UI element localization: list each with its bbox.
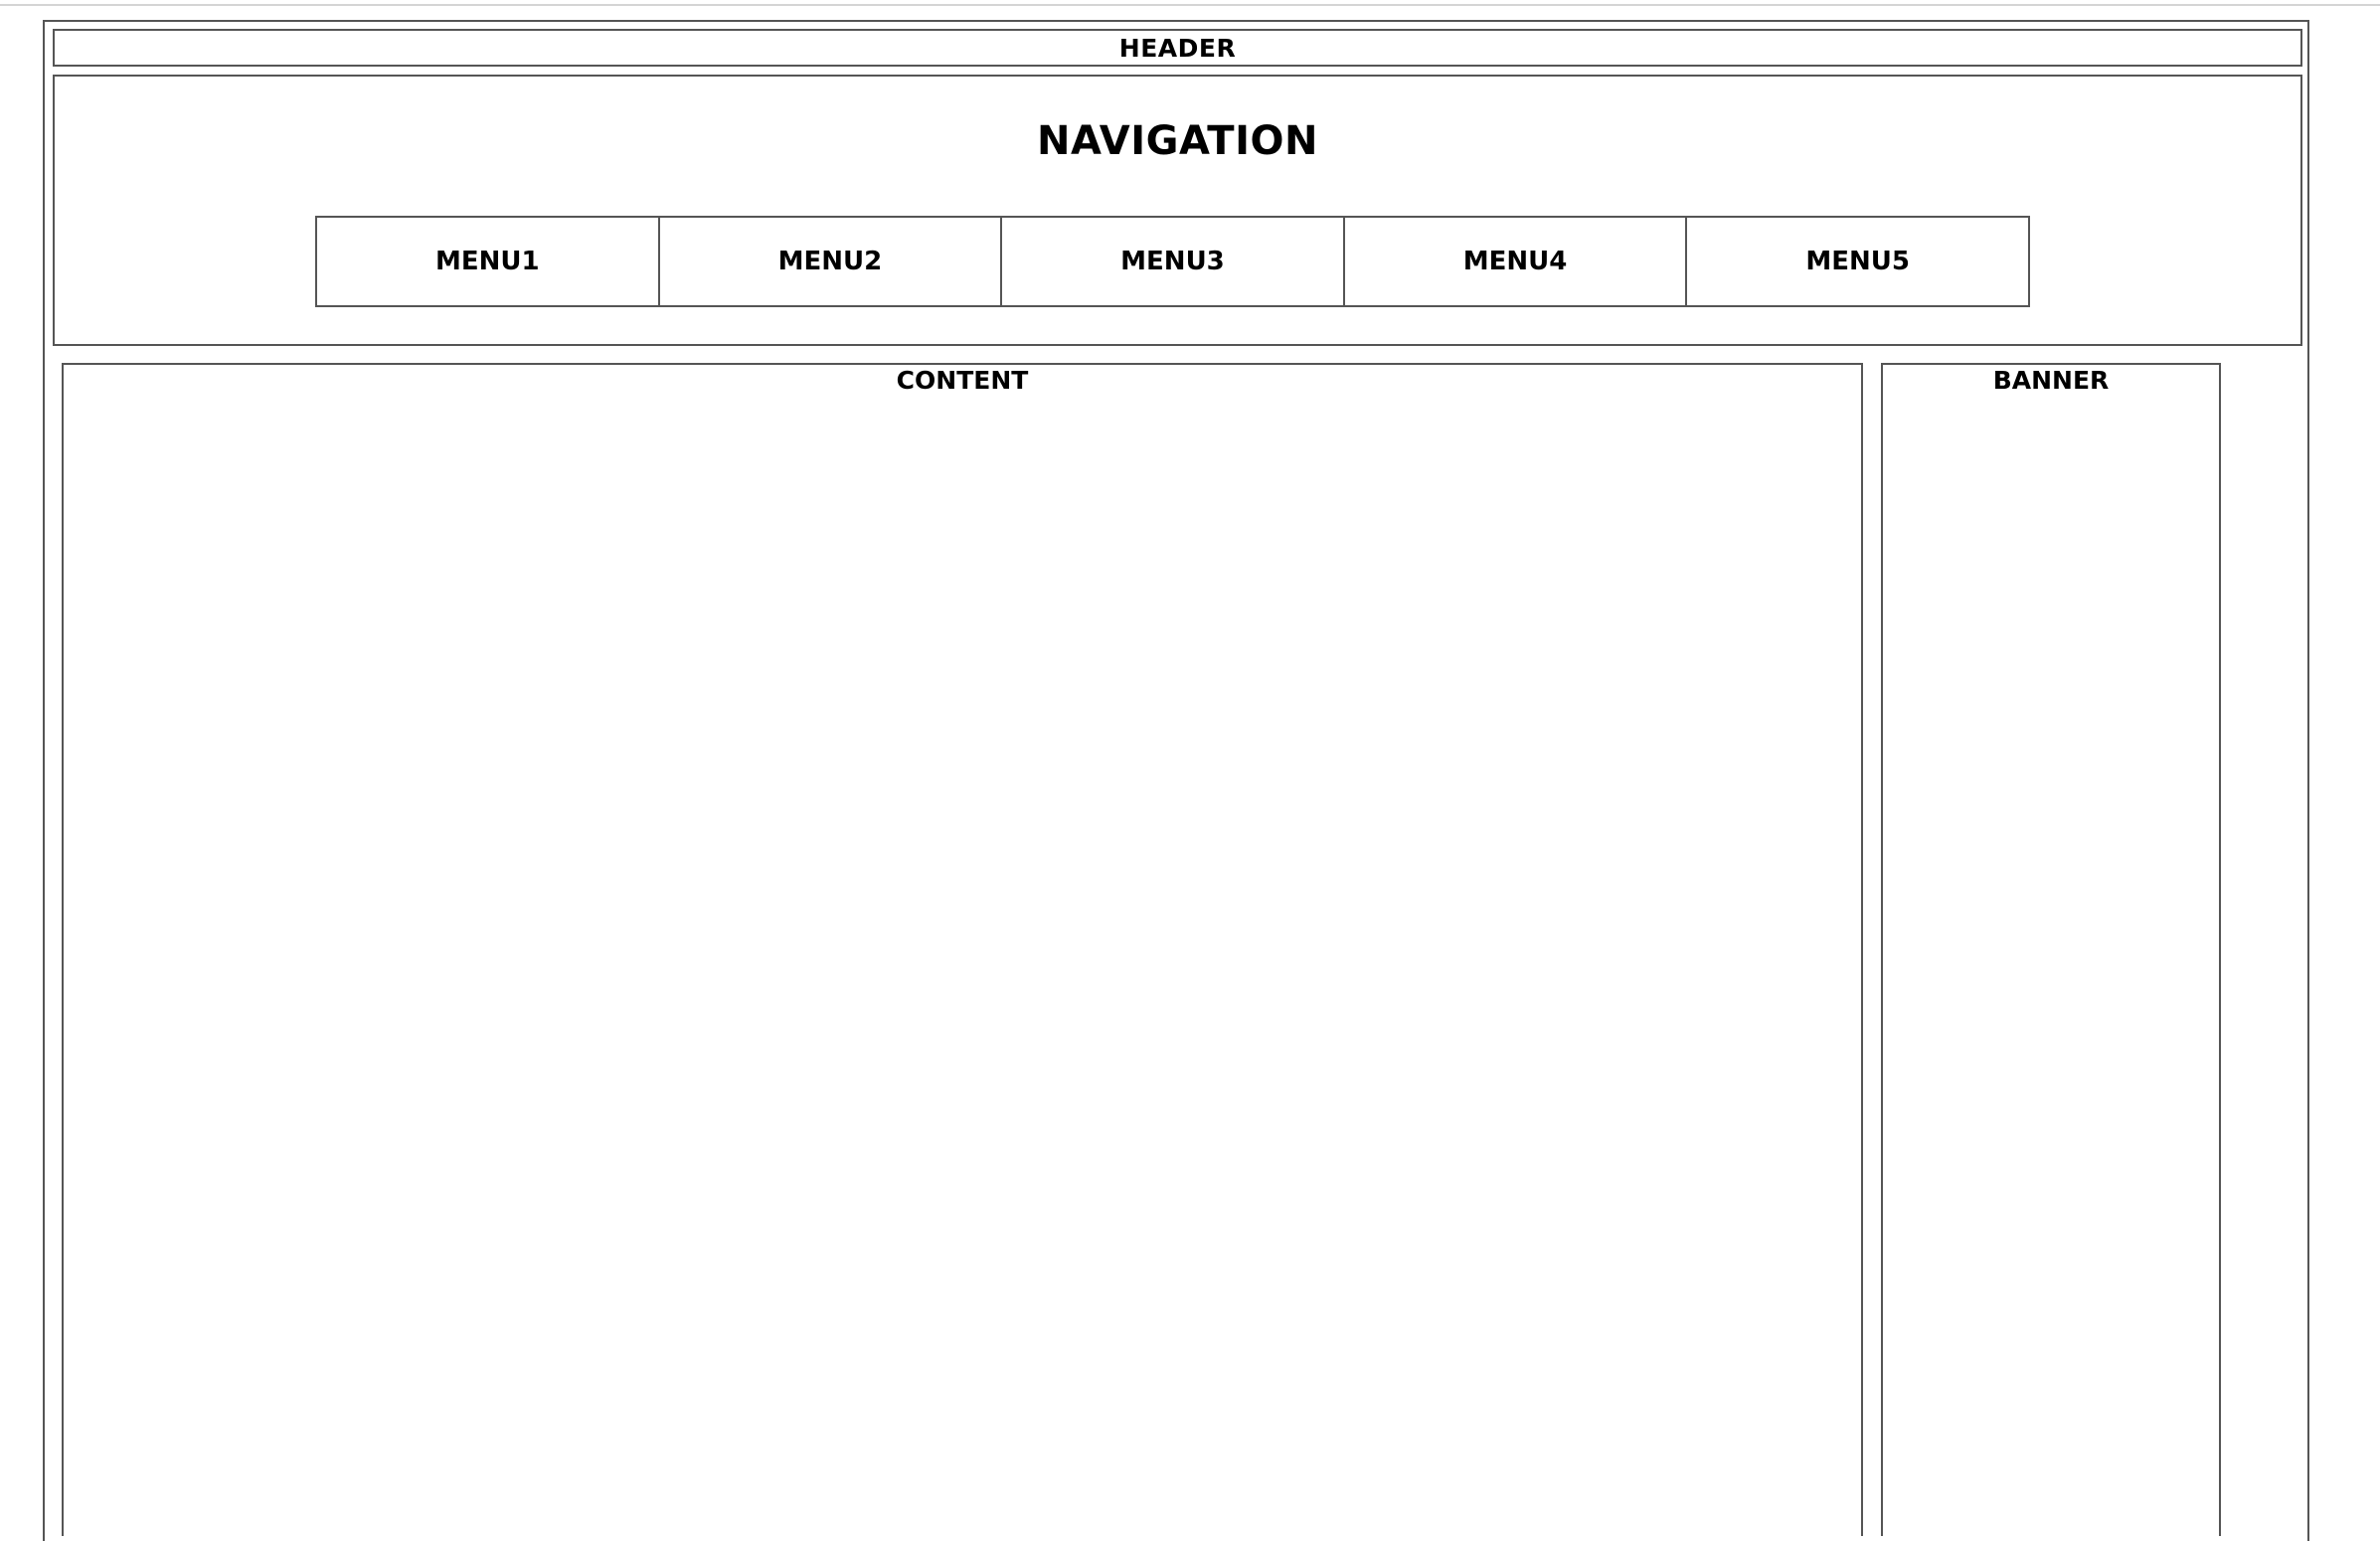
navigation-title: NAVIGATION <box>1037 118 1318 164</box>
menu-item-2[interactable]: MENU2 <box>660 218 1003 305</box>
menu-item-4[interactable]: MENU4 <box>1345 218 1688 305</box>
content-section: CONTENT <box>62 363 1863 1536</box>
banner-section: BANNER <box>1881 363 2221 1536</box>
banner-title: BANNER <box>1992 366 2110 395</box>
navigation-section: NAVIGATION MENU1 MENU2 MENU3 MENU4 MENU5 <box>53 75 2302 346</box>
menu-item-1[interactable]: MENU1 <box>317 218 660 305</box>
menu-item-5[interactable]: MENU5 <box>1687 218 2028 305</box>
header-section: HEADER <box>53 29 2302 67</box>
header-title: HEADER <box>1118 33 1237 63</box>
menu-bar: MENU1 MENU2 MENU3 MENU4 MENU5 <box>315 216 2030 307</box>
content-title: CONTENT <box>896 366 1029 395</box>
menu-item-3[interactable]: MENU3 <box>1002 218 1345 305</box>
top-divider <box>0 4 2380 6</box>
